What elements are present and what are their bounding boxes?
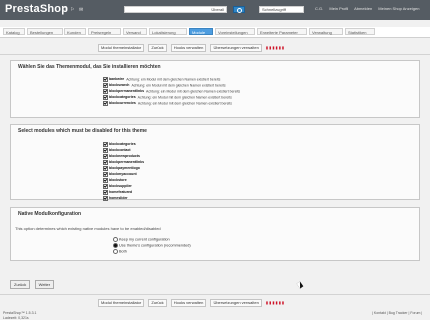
- checkbox-checked[interactable]: [103, 178, 108, 183]
- module-installer-link[interactable]: Modul themeinstallator: [98, 44, 145, 52]
- tab-verwaltung[interactable]: Verwaltung: [309, 28, 343, 35]
- back-link[interactable]: Zurück: [148, 299, 167, 307]
- bell-icon[interactable]: ⚐: [70, 7, 74, 13]
- user-initials: C.G.: [315, 6, 324, 11]
- checkbox-checked[interactable]: [103, 95, 108, 100]
- footer-links[interactable]: | Kontakt | Bug Tracker | Forum |: [372, 311, 422, 315]
- top-icons-group: ⛉ ⚐ ✉: [62, 7, 86, 13]
- tab-voreinstellungen[interactable]: Voreinstellungen: [215, 28, 255, 35]
- checkbox-checked[interactable]: [103, 77, 108, 82]
- radio-button[interactable]: [113, 249, 118, 254]
- checkbox-checked[interactable]: [103, 89, 108, 94]
- flags-icon: ▮▮▮▮▮▮: [265, 300, 286, 305]
- search-input[interactable]: [124, 6, 227, 13]
- flags-icon: ▮▮▮▮▮▮: [265, 45, 286, 50]
- back-button[interactable]: Zurück: [10, 280, 31, 289]
- form-buttons: Zurück Weiter: [10, 280, 57, 289]
- checkbox-checked[interactable]: [103, 83, 108, 88]
- disable-module-row[interactable]: blockpaymentlogo: [103, 166, 142, 171]
- module-checkbox-row[interactable]: blockcategories Achtung: ein Modul mit de…: [103, 95, 232, 100]
- logo: PrestaShop: [5, 3, 69, 15]
- translations-link[interactable]: Übersetzungen verwalten: [210, 44, 262, 52]
- radio-both[interactable]: Both: [113, 249, 127, 254]
- checkbox-checked[interactable]: [103, 172, 108, 177]
- module-toolbar-top: Modul themeinstallator Zurück Hooks verw…: [98, 44, 288, 52]
- logout-link[interactable]: Abmelden: [354, 6, 372, 11]
- profile-link[interactable]: Mein Profil: [329, 6, 348, 11]
- view-shop-link[interactable]: Meinen Shop Anzeigen: [378, 6, 419, 11]
- divider: [0, 54, 430, 55]
- panel-title: Wählen Sie das Themenmodul, das Sie inst…: [18, 64, 161, 70]
- checkbox-checked[interactable]: [103, 148, 108, 153]
- disable-module-row[interactable]: blockmyaccount: [103, 172, 139, 177]
- screen-root: { "app": { "logo": "PrestaShop", "top_ic…: [0, 0, 430, 320]
- disable-module-row[interactable]: blocknewproducts: [103, 154, 142, 159]
- panel-disable-modules: Select modules which must be disabled fo…: [10, 124, 420, 201]
- module-toolbar-bottom: Modul themeinstallator Zurück Hooks verw…: [98, 299, 288, 307]
- disable-module-row[interactable]: homefeatured: [103, 190, 134, 195]
- radio-button-selected[interactable]: [113, 243, 118, 248]
- tab-module[interactable]: Module: [189, 28, 213, 35]
- hooks-link[interactable]: Hooks verwalten: [170, 299, 207, 307]
- module-checkbox-row[interactable]: blocksearch Achtung: ein Modul mit dem gl…: [103, 83, 226, 88]
- message-icon[interactable]: ✉: [79, 7, 83, 13]
- checkbox-checked[interactable]: [103, 196, 108, 201]
- radio-keep-config[interactable]: Keep my current configuration: [113, 237, 170, 242]
- back-link[interactable]: Zurück: [148, 44, 167, 52]
- cart-icon[interactable]: ⛉: [62, 7, 66, 13]
- module-installer-link[interactable]: Modul themeinstallator: [98, 299, 145, 307]
- search-button[interactable]: [233, 6, 245, 13]
- disable-module-row[interactable]: blocksupplier: [103, 184, 134, 189]
- checkbox-checked[interactable]: [103, 101, 108, 106]
- hooks-link[interactable]: Hooks verwalten: [170, 44, 207, 52]
- divider: [0, 294, 430, 295]
- tab-lokalisierung[interactable]: Lokalisierung: [149, 28, 187, 35]
- module-checkbox-row[interactable]: blockpermanentlinks Achtung: ein Modul mi…: [103, 89, 240, 94]
- checkbox-checked[interactable]: [103, 190, 108, 195]
- checkbox-checked[interactable]: [103, 160, 108, 165]
- tab-versand[interactable]: Versand: [123, 28, 147, 35]
- disable-module-row[interactable]: blockstore: [103, 178, 129, 183]
- tab-kunden[interactable]: Kunden: [64, 28, 86, 35]
- radio-theme-config[interactable]: Use theme's configuration (recommended): [113, 243, 191, 248]
- search-icon: [237, 8, 242, 13]
- panel-theme-modules: Wählen Sie das Themenmodul, das Sie inst…: [10, 60, 420, 118]
- translations-link[interactable]: Übersetzungen verwalten: [210, 299, 262, 307]
- module-checkbox-row[interactable]: blockcurrencies Achtung: ein Modul mit de…: [103, 101, 232, 106]
- checkbox-checked[interactable]: [103, 166, 108, 171]
- module-checkbox-row[interactable]: bankwire Achtung: ein Modul mit dem gleic…: [103, 77, 220, 82]
- tab-statistiken[interactable]: Statistiken: [345, 28, 375, 35]
- main-tabs: Katalog Bestellungen Kunden Preisregeln …: [0, 27, 430, 38]
- panel-title: Select modules which must be disabled fo…: [18, 128, 147, 134]
- disable-module-row[interactable]: blockcategories: [103, 142, 138, 147]
- disable-module-row[interactable]: homeslider: [103, 196, 130, 201]
- quick-access-select[interactable]: Schnellzugriff: [259, 6, 304, 13]
- checkbox-checked[interactable]: [103, 154, 108, 159]
- checkbox-checked[interactable]: [103, 142, 108, 147]
- native-config-description: This option determines which existing na…: [15, 226, 161, 231]
- checkbox-checked[interactable]: [103, 184, 108, 189]
- tab-bestellungen[interactable]: Bestellungen: [27, 28, 63, 35]
- tab-erweiterte-parameter[interactable]: Erweiterte Parameter: [257, 28, 307, 35]
- footer-load-time: Ladezeit: 0,321s: [3, 316, 29, 320]
- top-navbar: PrestaShop ⛉ ⚐ ✉ Schnellzugriff C.G. Mei…: [0, 0, 430, 20]
- next-button[interactable]: Weiter: [34, 280, 55, 289]
- footer-version: PrestaShop™ 1.5.3.1: [3, 311, 37, 315]
- disable-module-row[interactable]: blockcontact: [103, 148, 133, 153]
- tab-preisregeln[interactable]: Preisregeln: [88, 28, 121, 35]
- radio-button[interactable]: [113, 237, 118, 242]
- tab-katalog[interactable]: Katalog: [3, 28, 25, 35]
- panel-native-config: Native Modulkonfiguration This option de…: [10, 207, 420, 261]
- mouse-cursor-icon: [296, 281, 304, 289]
- user-links: C.G. Mein Profil Abmelden Meinen Shop An…: [315, 6, 424, 11]
- panel-title: Native Modulkonfiguration: [18, 211, 82, 217]
- disable-module-row[interactable]: blockpermanentlinks: [103, 160, 146, 165]
